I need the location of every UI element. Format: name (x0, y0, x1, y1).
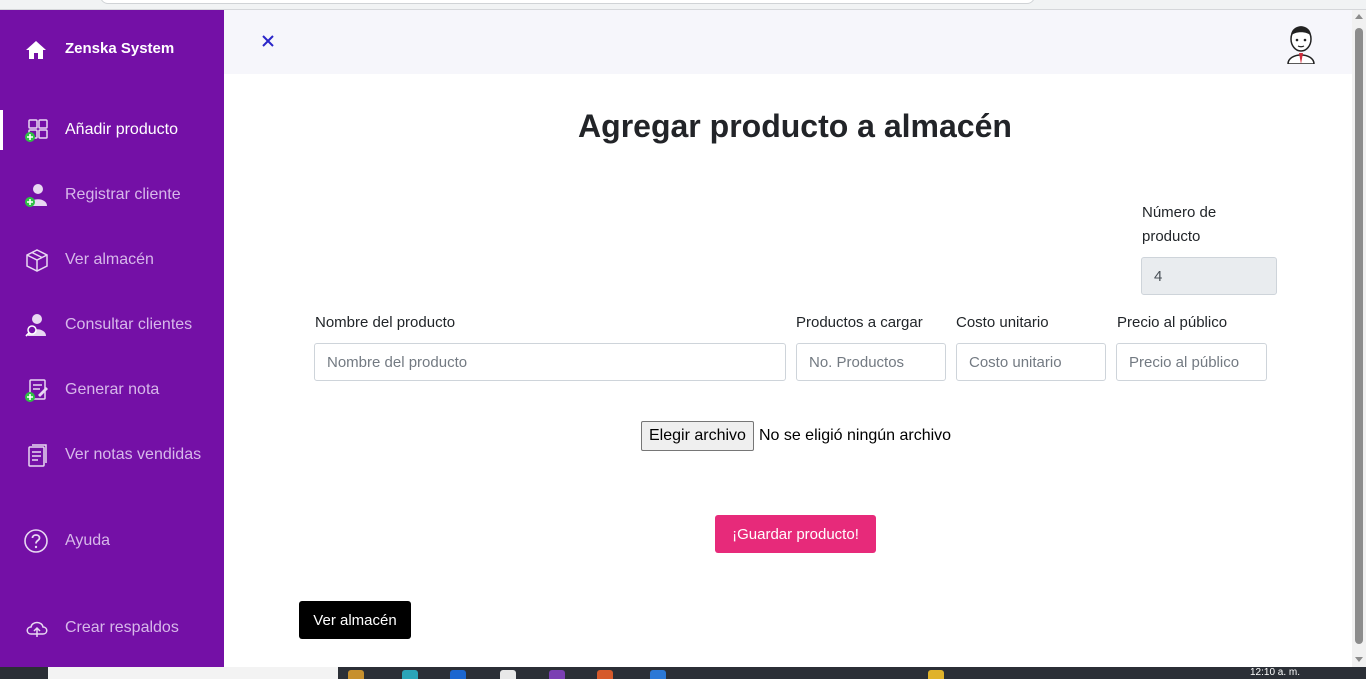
browser-address-bar[interactable] (100, 0, 1035, 4)
weather-icon[interactable] (928, 670, 944, 679)
mail-icon[interactable] (450, 670, 466, 679)
add-product-icon (25, 119, 48, 142)
sidebar-item-ver-notas-vendidas[interactable]: Ver notas vendidas (0, 435, 224, 475)
nombre-producto-label: Nombre del producto (315, 314, 456, 331)
costo-unitario-label: Costo unitario (956, 314, 1049, 331)
box-icon (26, 249, 48, 272)
add-user-icon (25, 184, 47, 207)
app-icon[interactable] (549, 670, 565, 679)
os-taskbar: 12:10 a. m. (0, 667, 1366, 679)
page-title: Agregar producto a almacén (578, 108, 1012, 144)
office-icon[interactable] (597, 670, 613, 679)
choose-file-button[interactable]: Elegir archivo (641, 421, 754, 451)
ver-almacen-button[interactable]: Ver almacén (299, 601, 411, 639)
precio-publico-input[interactable] (1116, 343, 1267, 381)
file-status: No se eligió ningún archivo (758, 427, 952, 444)
numero-producto-field (1141, 257, 1277, 295)
file-upload: Elegir archivo No se eligió ningún archi… (641, 421, 951, 451)
topbar (224, 10, 1352, 74)
sidebar-item-label: Añadir producto (65, 121, 178, 138)
folder-icon[interactable] (348, 670, 364, 679)
sidebar-item-crear-respaldos[interactable]: Crear respaldos (0, 608, 224, 648)
avatar-icon[interactable] (1282, 20, 1320, 64)
sidebar-item-ver-almacen[interactable]: Ver almacén (0, 240, 224, 280)
brand[interactable]: Zenska System (24, 38, 174, 62)
sidebar-item-label: Crear respaldos (65, 619, 179, 636)
productos-cargar-label: Productos a cargar (796, 314, 923, 331)
close-icon (262, 35, 274, 47)
sidebar-item-label: Ver almacén (65, 251, 154, 268)
sidebar-item-anadir-producto[interactable]: Añadir producto (0, 110, 224, 150)
sidebar-item-registrar-cliente[interactable]: Registrar cliente (0, 175, 224, 215)
close-button[interactable] (258, 29, 278, 53)
search-user-icon (25, 314, 46, 337)
nombre-producto-input[interactable] (314, 343, 786, 381)
costo-unitario-input[interactable] (956, 343, 1106, 381)
productos-cargar-input[interactable] (796, 343, 946, 381)
home-icon (26, 41, 46, 59)
code-icon[interactable] (650, 670, 666, 679)
scroll-down-icon[interactable] (1355, 657, 1363, 662)
sidebar-item-ayuda[interactable]: Ayuda (0, 521, 224, 561)
sidebar-item-generar-nota[interactable]: Generar nota (0, 370, 224, 410)
brand-name: Zenska System (65, 40, 175, 57)
sidebar-item-label: Registrar cliente (65, 186, 181, 203)
sidebar-item-label: Ver notas vendidas (65, 446, 202, 463)
sidebar-item-consultar-clientes[interactable]: Consultar clientes (0, 305, 224, 345)
taskbar-clock: 12:10 a. m. (1250, 667, 1301, 678)
sidebar-item-label: Generar nota (65, 381, 160, 398)
browser-chrome (0, 0, 1366, 10)
sidebar-item-label: Consultar clientes (65, 316, 193, 333)
chrome-icon[interactable] (500, 670, 516, 679)
numero-producto-label: Número de producto (1142, 204, 1217, 245)
help-icon (24, 529, 48, 553)
browser-icon[interactable] (402, 670, 418, 679)
cloud-upload-icon (26, 621, 48, 637)
sidebar: Zenska System Añadir producto Registrar … (0, 10, 224, 667)
scroll-up-icon[interactable] (1355, 14, 1363, 19)
notes-icon (28, 444, 47, 467)
sidebar-item-label: Ayuda (65, 532, 111, 549)
taskbar-search[interactable] (48, 667, 338, 679)
precio-publico-label: Precio al público (1117, 314, 1228, 331)
edit-note-icon (25, 379, 48, 402)
save-product-button[interactable]: ¡Guardar producto! (715, 515, 876, 553)
